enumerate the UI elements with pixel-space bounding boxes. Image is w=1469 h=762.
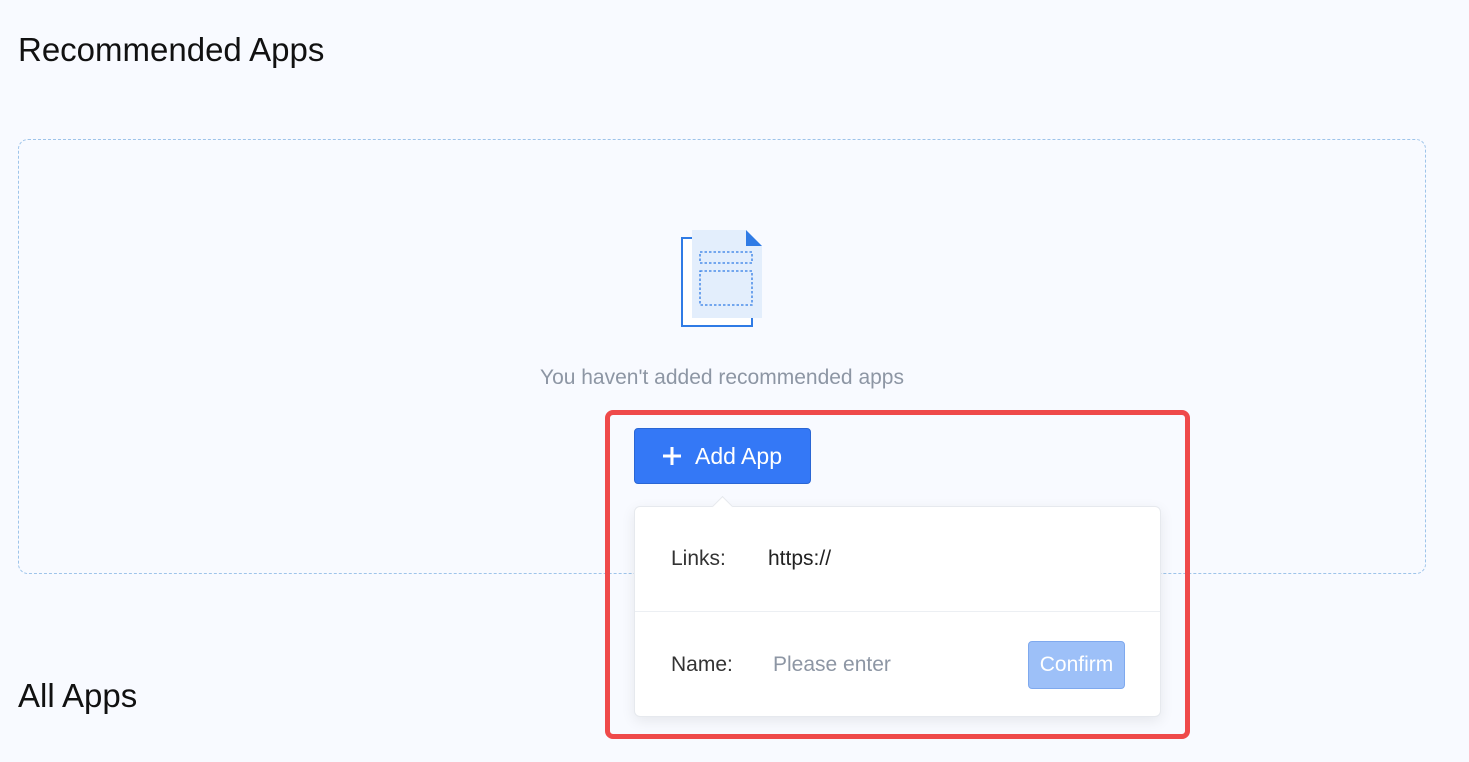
name-row: Name: Confirm xyxy=(635,612,1160,717)
recommended-apps-title: Recommended Apps xyxy=(18,31,325,68)
empty-document-icon xyxy=(681,230,762,327)
plus-icon xyxy=(663,447,682,465)
add-app-popover: Links: https:// Name: Confirm xyxy=(634,495,1161,717)
app-settings-page: Recommended Apps You haven't added recom… xyxy=(0,0,1469,762)
empty-state-message: You haven't added recommended apps xyxy=(539,366,904,389)
add-app-label: Add App xyxy=(695,442,782,469)
links-value: https:// xyxy=(768,547,832,570)
confirm-button[interactable]: Confirm xyxy=(1028,640,1125,689)
links-row: Links: https:// xyxy=(635,507,1160,612)
all-apps-title: All Apps xyxy=(18,677,138,714)
add-app-button[interactable]: Add App xyxy=(634,428,811,484)
name-label: Name: xyxy=(671,652,733,676)
links-label: Links: xyxy=(671,547,726,570)
name-input[interactable] xyxy=(763,644,1013,685)
